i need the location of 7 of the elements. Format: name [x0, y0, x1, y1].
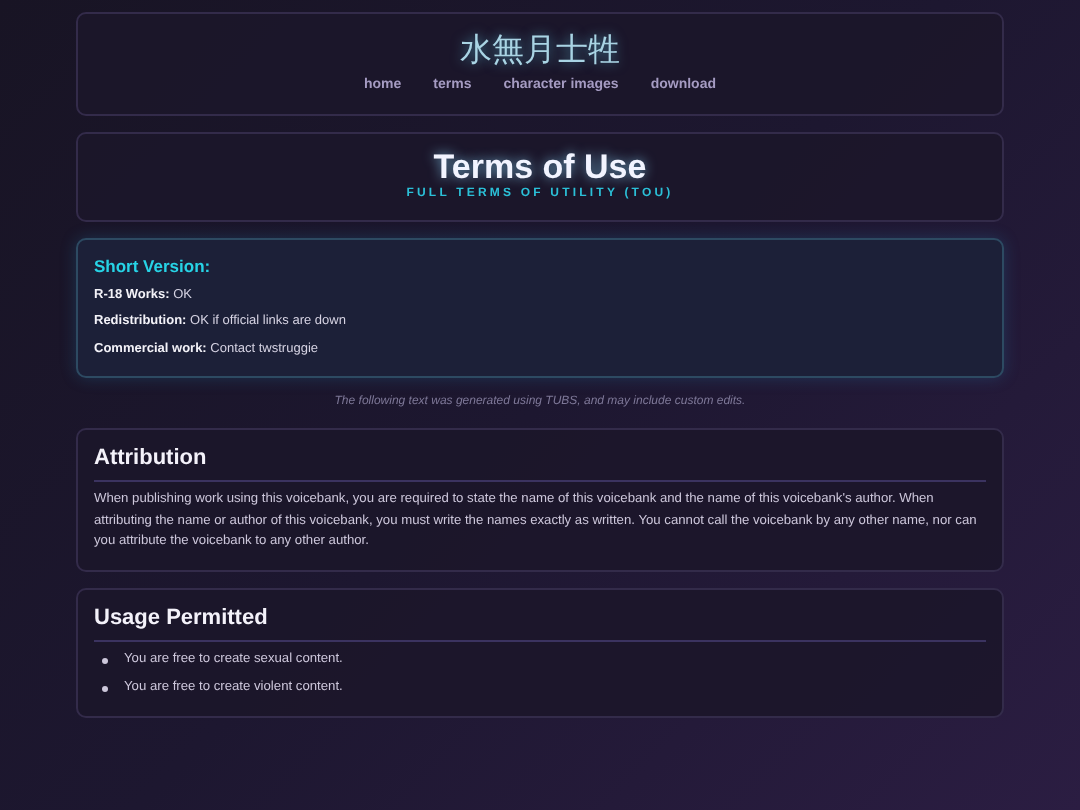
- page-title: Terms of Use: [431, 149, 649, 187]
- section-heading: Attribution: [94, 445, 986, 482]
- section-heading: Usage Permitted: [94, 605, 986, 642]
- bullet-icon: [102, 686, 108, 693]
- bullet-icon: [102, 657, 108, 664]
- short-version-heading: Short Version:: [94, 256, 213, 278]
- site-title: 水無月士牲: [458, 30, 622, 69]
